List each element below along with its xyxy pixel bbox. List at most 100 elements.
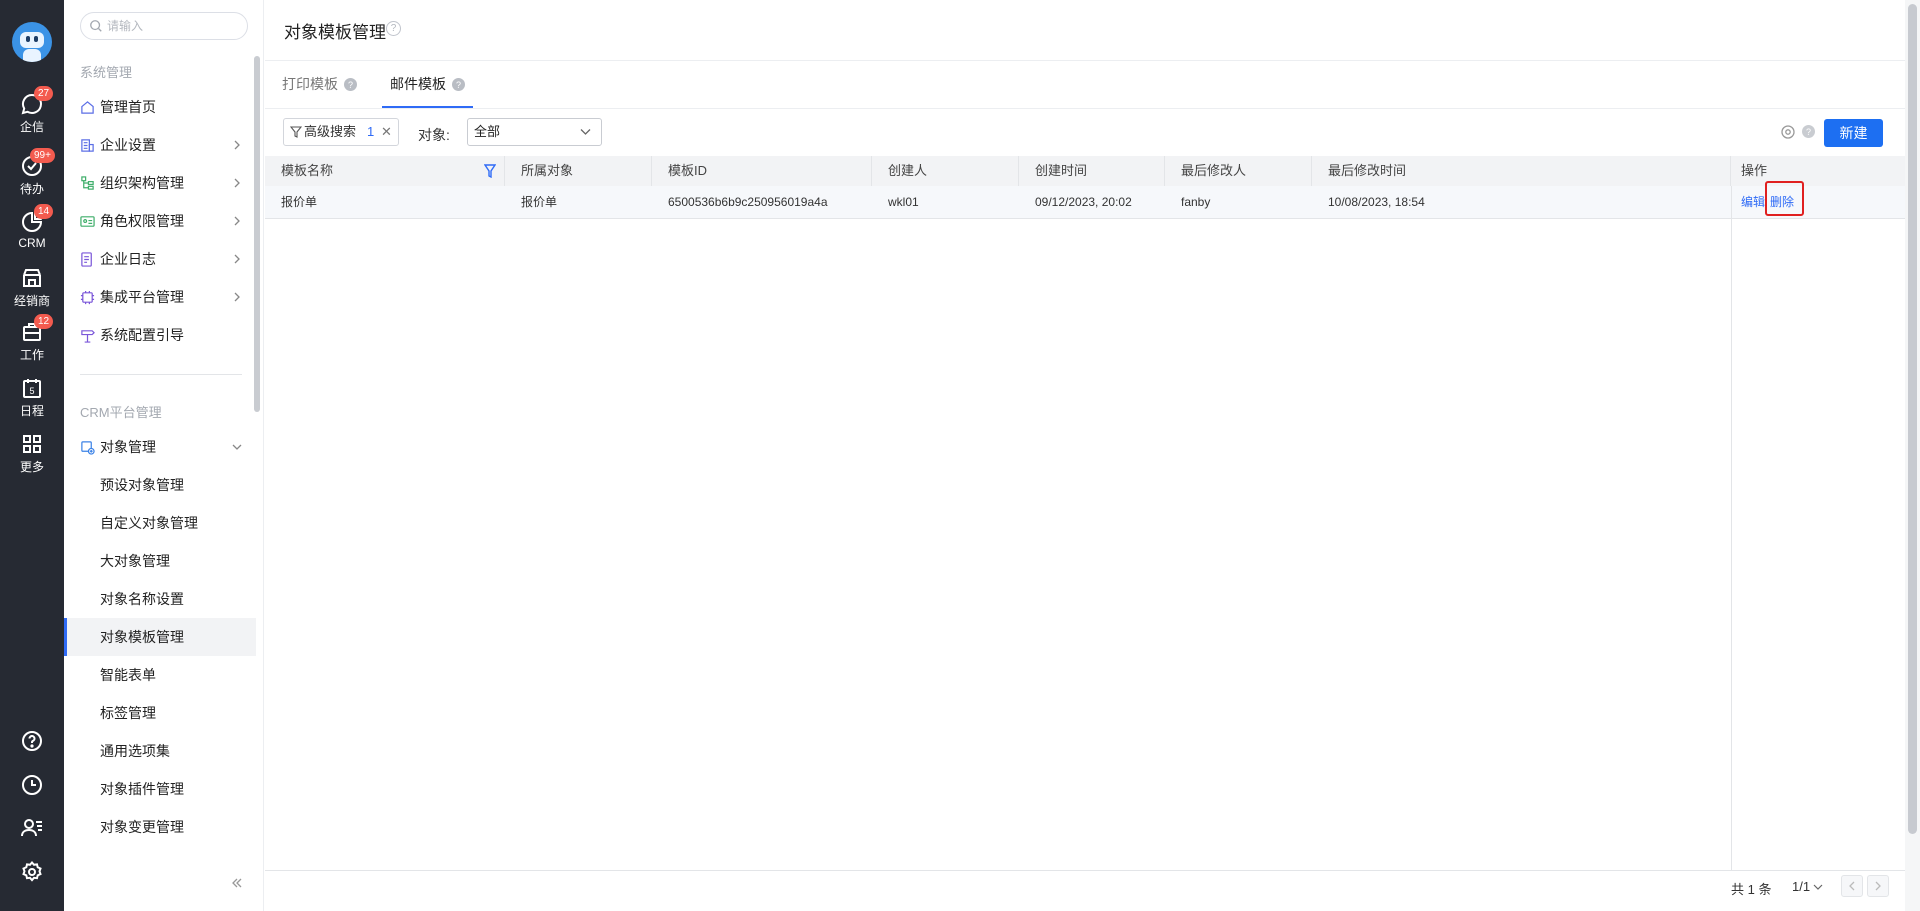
chevron-left-icon	[1849, 881, 1855, 891]
chevron-down-icon	[580, 129, 591, 135]
sidebar-item-object-mgmt[interactable]: 对象管理	[64, 428, 256, 466]
rail-label-dealer: 经销商	[13, 294, 50, 308]
rail-label-crm: CRM	[18, 236, 46, 250]
scrollbar-thumb[interactable]	[1908, 4, 1917, 834]
column-header-creator[interactable]: 创建人	[872, 156, 1019, 186]
clear-filter-icon[interactable]: ✕	[381, 119, 392, 145]
badge-work: 12	[34, 314, 54, 329]
column-header-modified[interactable]: 最后修改时间	[1312, 156, 1731, 186]
help-circle-icon[interactable]	[20, 729, 44, 753]
sidebar: 系统管理 管理首页 企业设置 组织架构管理 角色权限管理 企业日志 集成平台管理…	[64, 0, 264, 911]
cell-object: 报价单	[521, 195, 558, 209]
rail-label-todo: 待办	[19, 182, 44, 196]
column-header-id[interactable]: 模板ID	[652, 156, 872, 186]
tab-divider	[265, 108, 1905, 109]
table-header: 模板名称 所属对象 模板ID 创建人 创建时间 最后修改人 最后修改时间 操作	[265, 156, 1905, 186]
page-selector[interactable]: 1/1	[1792, 879, 1823, 894]
sidebar-sub-large[interactable]: 大对象管理	[64, 542, 256, 580]
sidebar-item-roles[interactable]: 角色权限管理	[64, 202, 256, 240]
svg-text:5: 5	[29, 386, 34, 396]
sidebar-sub-tags[interactable]: 标签管理	[64, 694, 256, 732]
advanced-search-button[interactable]: 高级搜索 1 ✕	[283, 118, 399, 146]
sidebar-item-config-guide[interactable]: 系统配置引导	[64, 316, 256, 354]
sidebar-item-logs[interactable]: 企业日志	[64, 240, 256, 278]
chevron-right-icon	[234, 216, 240, 226]
table-row[interactable]: 报价单 报价单 6500536b6b9c250956019a4a wkl01 0…	[265, 186, 1905, 219]
avatar[interactable]	[12, 22, 52, 62]
home-icon	[81, 101, 94, 114]
new-button[interactable]: 新建	[1824, 119, 1883, 147]
column-header-created[interactable]: 创建时间	[1019, 156, 1165, 186]
settings-icon[interactable]	[20, 860, 44, 884]
sidebar-sub-option-sets[interactable]: 通用选项集	[64, 732, 256, 770]
tab-email-template[interactable]: 邮件模板?	[382, 62, 473, 108]
chevron-down-icon	[232, 444, 242, 450]
rail-item-crm[interactable]: 14 CRM	[0, 204, 64, 260]
chevron-down-icon	[1813, 884, 1823, 890]
actions-column-divider	[1731, 186, 1732, 870]
badge-chat: 27	[34, 86, 54, 101]
chevron-right-icon	[234, 140, 240, 150]
column-header-name[interactable]: 模板名称	[265, 156, 505, 186]
sidebar-sub-smart-form[interactable]: 智能表单	[64, 656, 256, 694]
help-icon[interactable]: ?	[344, 78, 357, 91]
building-icon	[81, 139, 94, 152]
cell-modifier: fanby	[1181, 195, 1211, 209]
badge-todo: 99+	[30, 148, 55, 163]
toolbar-help-icon[interactable]: ?	[1802, 125, 1815, 138]
sidebar-item-enterprise-settings[interactable]: 企业设置	[64, 126, 256, 164]
sidebar-sub-changes[interactable]: 对象变更管理	[64, 808, 256, 846]
sidebar-sub-plugins[interactable]: 对象插件管理	[64, 770, 256, 808]
cell-name: 报价单	[281, 195, 318, 209]
rail-label-schedule: 日程	[19, 404, 44, 418]
collapse-icon[interactable]	[230, 876, 244, 890]
sidebar-sub-template[interactable]: 对象模板管理	[64, 618, 256, 656]
column-header-object[interactable]: 所属对象	[505, 156, 652, 186]
prev-page-button[interactable]	[1841, 875, 1863, 897]
clock-icon[interactable]	[20, 773, 44, 797]
search-input[interactable]	[107, 17, 237, 35]
page-title: 对象模板管理	[284, 23, 386, 42]
rail-item-more[interactable]: 更多	[0, 432, 64, 482]
gear-icon[interactable]	[1780, 124, 1796, 140]
sidebar-sub-naming[interactable]: 对象名称设置	[64, 580, 256, 618]
tab-print-template[interactable]: 打印模板?	[282, 62, 357, 108]
rail-item-todo[interactable]: 99+ 待办	[0, 148, 64, 204]
filter-icon	[290, 126, 302, 138]
sidebar-item-home[interactable]: 管理首页	[64, 88, 256, 126]
nav-group-crm: CRM平台管理	[80, 405, 162, 420]
page-scrollbar[interactable]	[1905, 0, 1920, 911]
document-icon	[81, 252, 92, 267]
sidebar-sub-custom[interactable]: 自定义对象管理	[64, 504, 256, 542]
calendar-icon: 5	[23, 379, 41, 398]
edit-link[interactable]: 编辑	[1741, 186, 1765, 218]
cell-creator: wkl01	[888, 195, 919, 209]
rail-item-chat[interactable]: 27 企信	[0, 86, 64, 142]
sidebar-scrollbar[interactable]	[254, 56, 260, 412]
signpost-icon	[81, 330, 95, 343]
user-list-icon[interactable]	[20, 816, 44, 840]
help-icon[interactable]: ?	[452, 78, 465, 91]
sidebar-item-integration[interactable]: 集成平台管理	[64, 278, 256, 316]
next-page-button[interactable]	[1867, 875, 1889, 897]
total-count: 共 1 条	[1731, 882, 1772, 897]
chevron-right-icon	[234, 292, 240, 302]
column-header-actions: 操作	[1741, 163, 1768, 178]
column-filter-icon[interactable]	[484, 164, 496, 178]
object-select[interactable]: 全部	[467, 118, 602, 146]
sidebar-search[interactable]	[80, 12, 248, 40]
rail-label-chat: 企信	[19, 120, 44, 134]
chevron-right-icon	[234, 178, 240, 188]
badge-crm: 14	[34, 204, 54, 219]
id-card-icon	[80, 216, 95, 227]
rail-item-schedule[interactable]: 5 日程	[0, 376, 64, 426]
nav-group-system: 系统管理	[80, 65, 133, 80]
sidebar-sub-preset[interactable]: 预设对象管理	[64, 466, 256, 504]
rail-item-dealer[interactable]: 经销商	[0, 266, 64, 316]
chevron-right-icon	[234, 254, 240, 264]
column-header-modifier[interactable]: 最后修改人	[1165, 156, 1312, 186]
sidebar-item-org[interactable]: 组织架构管理	[64, 164, 256, 202]
rail-item-work[interactable]: 12 工作	[0, 314, 64, 370]
title-help-icon[interactable]: ?	[386, 21, 401, 36]
grid-icon	[23, 435, 41, 453]
